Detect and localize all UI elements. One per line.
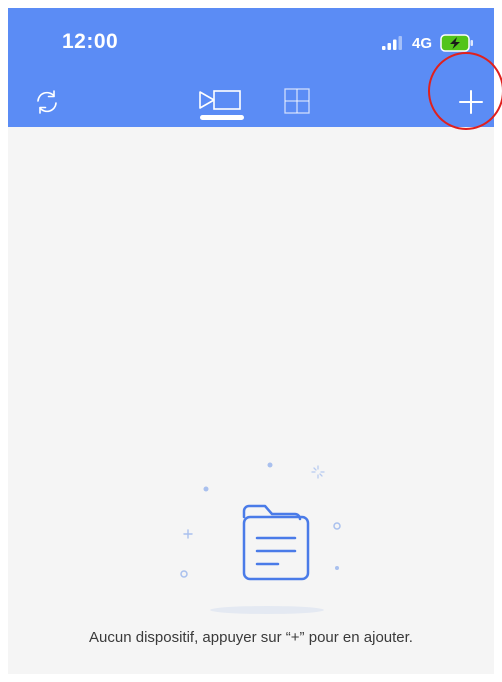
app-frame: 12:00 4G Aucun dispositif, appuyer sur “… xyxy=(8,8,494,674)
sparkle-icon xyxy=(311,465,325,479)
status-indicators: 4G xyxy=(381,32,474,54)
app-header: 12:00 4G xyxy=(8,8,494,127)
plus-icon[interactable] xyxy=(458,89,484,115)
app-screen: 12:00 4G Aucun dispositif, appuyer sur “… xyxy=(0,0,502,682)
empty-state-illustration xyxy=(180,462,341,614)
decor-dot xyxy=(267,462,273,468)
refresh-icon[interactable] xyxy=(33,88,61,116)
folder-document-icon xyxy=(242,504,310,581)
decor-ring xyxy=(333,522,341,530)
grid-view-icon[interactable] xyxy=(284,88,310,114)
shadow-shape xyxy=(210,606,324,614)
single-view-icon[interactable] xyxy=(198,88,246,112)
battery-charging-icon xyxy=(440,34,473,52)
decor-ring xyxy=(180,570,188,578)
decor-dot xyxy=(335,566,339,570)
empty-state-message: Aucun dispositif, appuyer sur “+” pour e… xyxy=(89,629,413,646)
decor-dot xyxy=(203,486,209,492)
signal-icon xyxy=(381,36,402,50)
status-time: 12:00 xyxy=(62,30,119,53)
active-tab-indicator xyxy=(200,115,244,120)
decor-plus xyxy=(183,529,193,539)
network-type: 4G xyxy=(411,34,432,52)
